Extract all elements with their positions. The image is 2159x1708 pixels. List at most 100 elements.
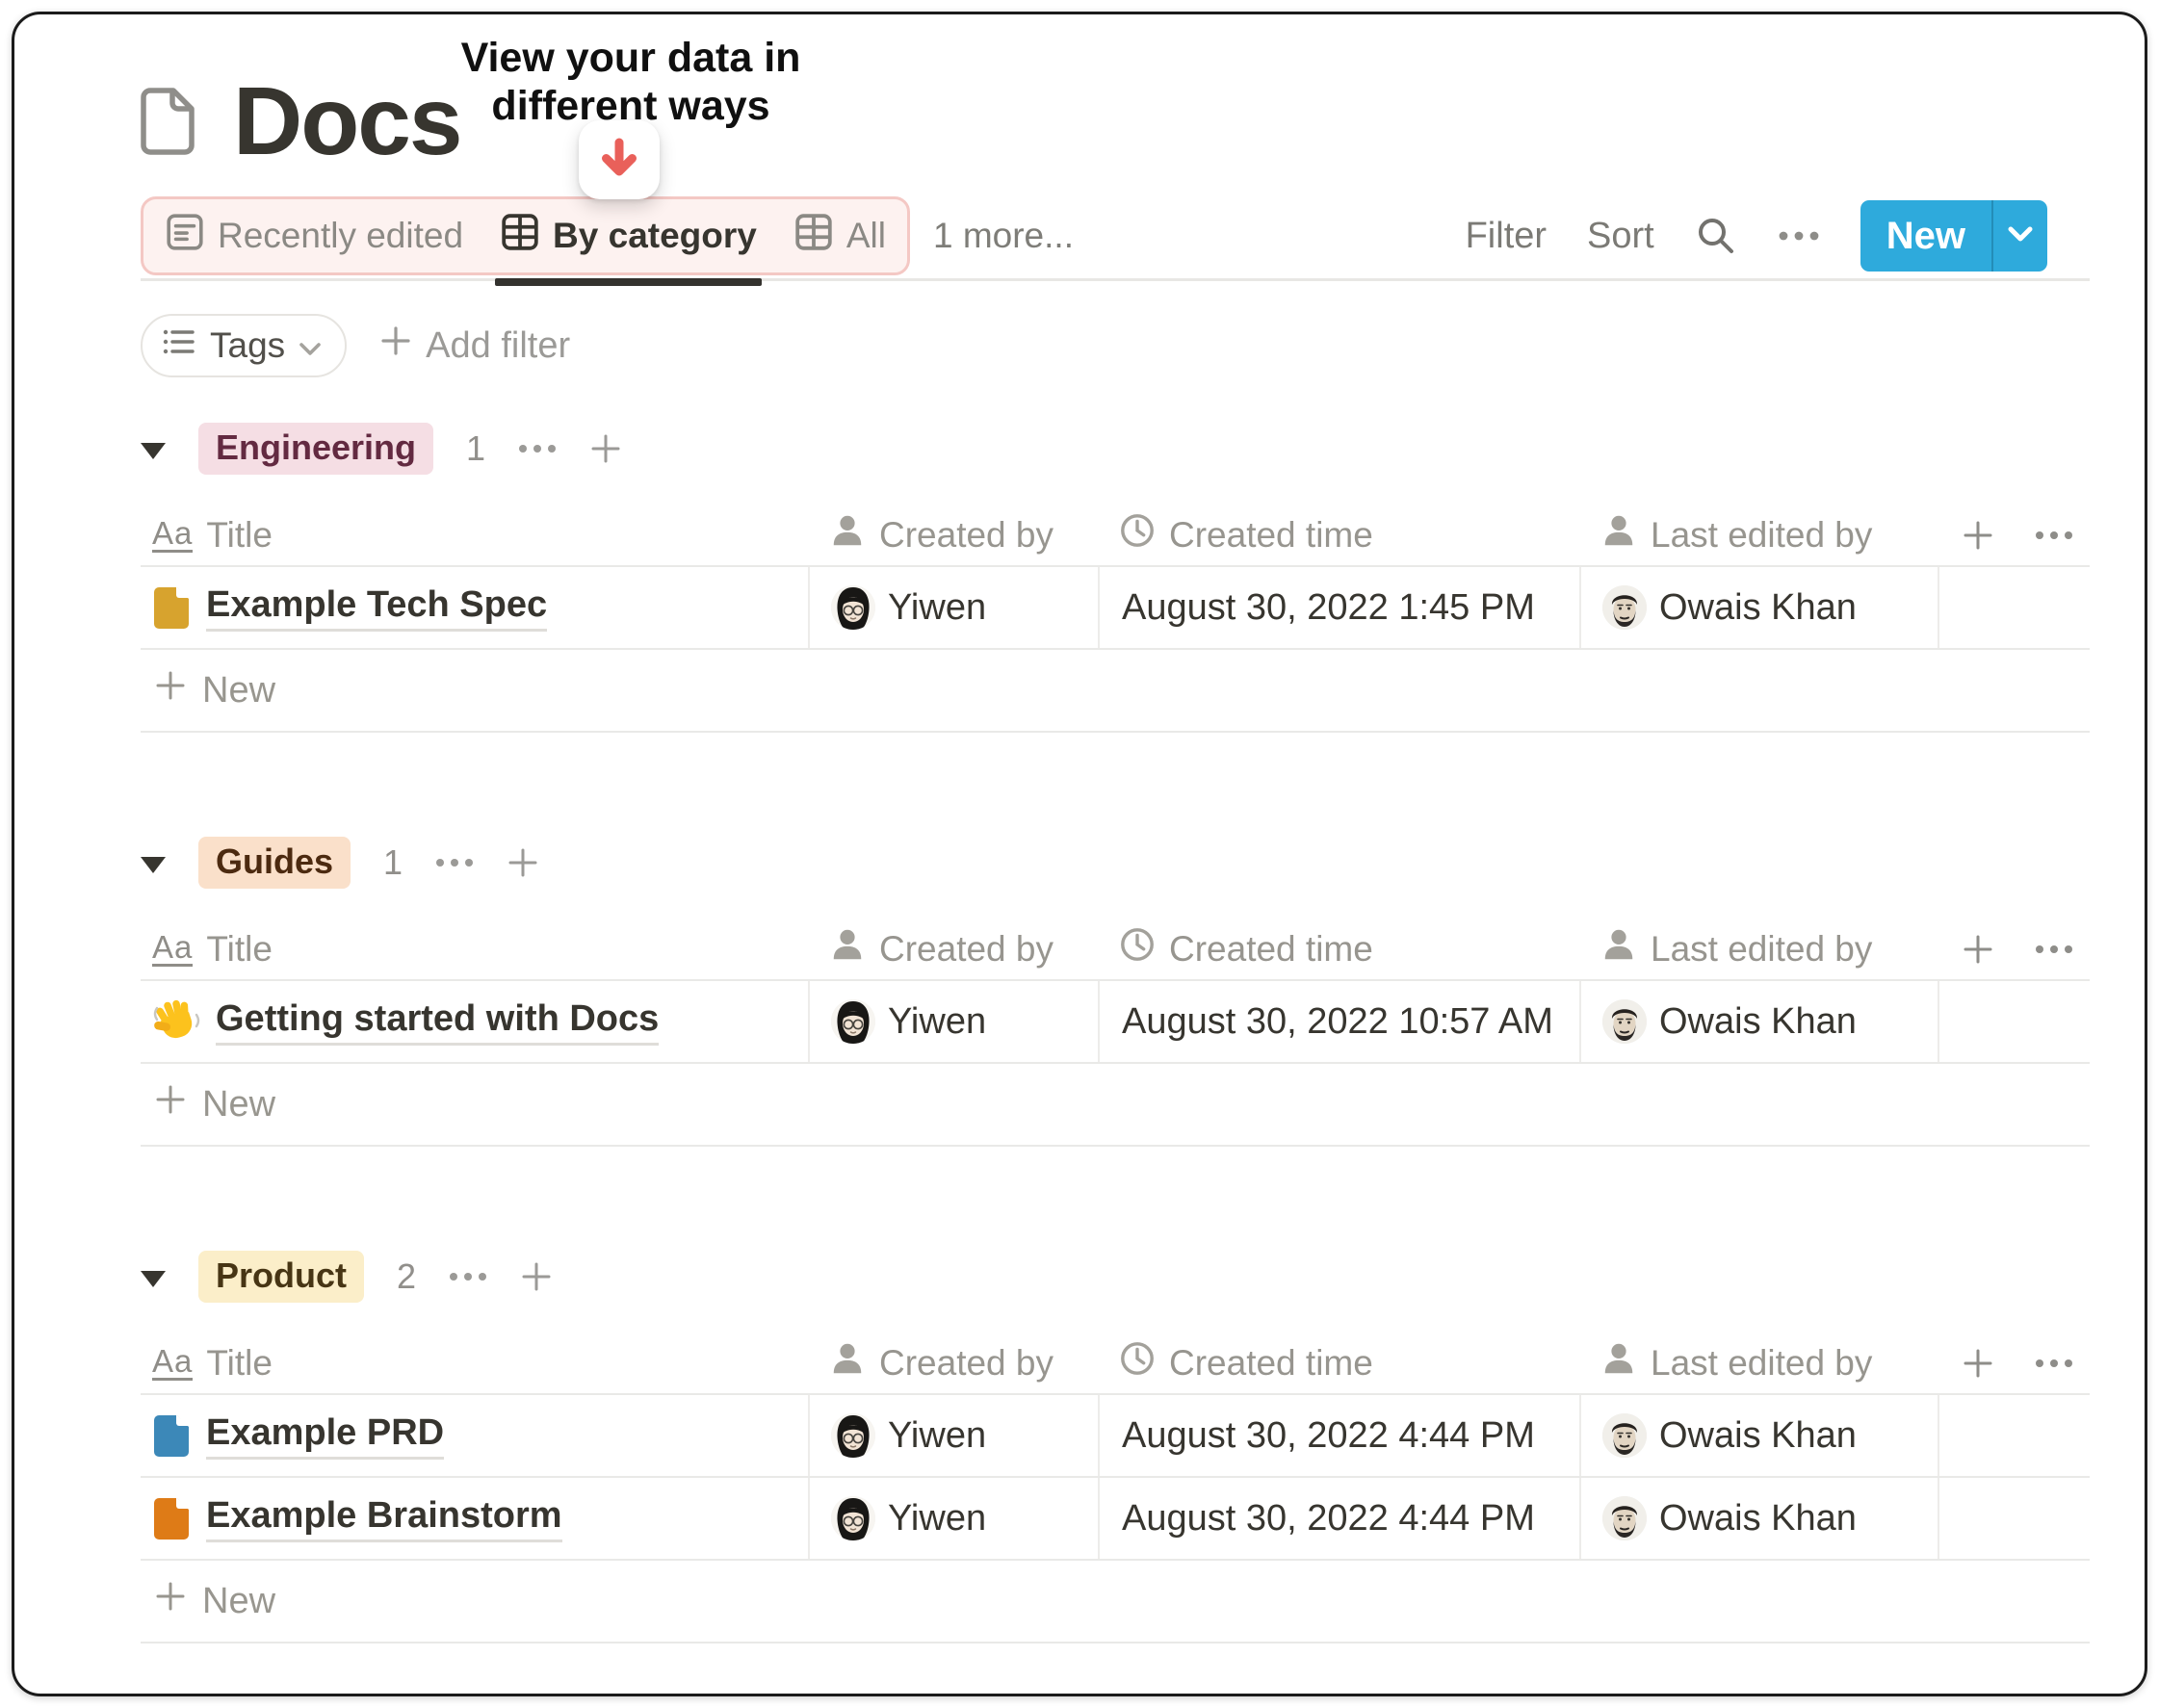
created-by-cell[interactable]: Yiwen <box>808 981 1098 1062</box>
view-toolbar: Recently edited By category <box>141 196 2090 275</box>
new-row-button[interactable]: New <box>141 650 2090 733</box>
last-edited-by-cell[interactable]: Owais Khan <box>1579 1478 1938 1559</box>
group-count: 1 <box>383 842 403 883</box>
created-by-cell[interactable]: Yiwen <box>808 1395 1098 1476</box>
new-row-button[interactable]: New <box>141 1561 2090 1643</box>
plus-icon <box>154 669 187 712</box>
created-by-name: Yiwen <box>888 587 986 629</box>
last-edited-by-cell[interactable]: Owais Khan <box>1579 567 1938 648</box>
table-header-row: Aa Title Created by Created time Last ed… <box>141 505 2090 567</box>
tab-all[interactable]: All <box>793 212 886 261</box>
filter-button[interactable]: Filter <box>1466 216 1547 257</box>
clock-icon <box>1119 512 1156 557</box>
title-cell: Example Brainstorm <box>141 1478 808 1559</box>
created-time-cell[interactable]: August 30, 2022 4:44 PM <box>1098 1478 1579 1559</box>
add-column-button[interactable] <box>1962 933 1994 966</box>
ellipsis-icon[interactable] <box>1778 230 1820 242</box>
created-by-cell[interactable]: Yiwen <box>808 1478 1098 1559</box>
page-link[interactable]: Example PRD <box>206 1412 444 1460</box>
group-add-button[interactable] <box>507 846 539 879</box>
title-aa-icon: Aa <box>152 931 193 968</box>
yellow-doc-icon <box>152 585 191 630</box>
chevron-down-icon <box>299 325 322 366</box>
owais-avatar <box>1602 999 1647 1044</box>
last-edited-by-cell[interactable]: Owais Khan <box>1579 981 1938 1062</box>
annotation-line: View your data in <box>419 34 843 82</box>
collapse-toggle-icon[interactable] <box>141 443 166 459</box>
created-by-cell[interactable]: Yiwen <box>808 567 1098 648</box>
title-aa-icon: Aa <box>152 1345 193 1382</box>
page-link[interactable]: Example Tech Spec <box>206 584 547 632</box>
created-by-name: Yiwen <box>888 1498 986 1540</box>
column-header-title[interactable]: Aa Title <box>141 1333 808 1393</box>
more-views-button[interactable]: 1 more... <box>933 216 1074 256</box>
group-add-button[interactable] <box>589 432 622 465</box>
tab-by-category[interactable]: By category <box>500 212 757 261</box>
collapse-toggle-icon[interactable] <box>141 1271 166 1287</box>
group-header: Product 2 <box>141 1255 2090 1299</box>
page-link[interactable]: Getting started with Docs <box>216 998 659 1046</box>
annotation-callout: View your data in different ways <box>419 34 843 130</box>
table-header-actions <box>1938 505 2090 565</box>
magnifier-icon[interactable] <box>1695 215 1737 257</box>
column-header-title[interactable]: Aa Title <box>141 919 808 979</box>
created-time-cell[interactable]: August 30, 2022 10:57 AM <box>1098 981 1579 1062</box>
group-more-button[interactable] <box>518 444 557 453</box>
tags-filter-chip[interactable]: Tags <box>141 314 347 377</box>
table-more-button[interactable] <box>2035 1359 2073 1368</box>
blue-doc-icon <box>152 1413 191 1458</box>
column-header-created-by[interactable]: Created by <box>808 1333 1098 1393</box>
group-more-button[interactable] <box>449 1272 487 1281</box>
tabs-underline <box>141 278 2090 287</box>
group-more-button[interactable] <box>435 858 474 867</box>
created-by-name: Yiwen <box>888 1001 986 1043</box>
docs-table: Aa Title Created by Created time Last ed… <box>141 1333 2090 1643</box>
last-edited-by-cell[interactable]: Owais Khan <box>1579 1395 1938 1476</box>
docs-table: Aa Title Created by Created time Last ed… <box>141 505 2090 733</box>
table-more-button[interactable] <box>2035 945 2073 954</box>
new-row-button[interactable]: New <box>141 1064 2090 1147</box>
column-header-created-time[interactable]: Created time <box>1098 919 1579 979</box>
empty-cell <box>1938 1478 2090 1559</box>
column-header-last-edited-by[interactable]: Last edited by <box>1579 1333 1938 1393</box>
yiwen-avatar <box>831 585 875 630</box>
column-header-last-edited-by[interactable]: Last edited by <box>1579 919 1938 979</box>
tab-recently-edited[interactable]: Recently edited <box>165 212 463 261</box>
add-filter-button[interactable]: Add filter <box>379 324 570 367</box>
wave-hand-icon <box>152 997 200 1046</box>
person-icon <box>829 926 866 971</box>
group-count: 2 <box>397 1256 416 1297</box>
sort-button[interactable]: Sort <box>1587 216 1654 257</box>
column-header-created-time[interactable]: Created time <box>1098 1333 1579 1393</box>
group-add-button[interactable] <box>520 1260 553 1293</box>
group-badge[interactable]: Engineering <box>198 423 433 475</box>
owais-avatar <box>1602 1496 1647 1540</box>
column-header-created-time[interactable]: Created time <box>1098 505 1579 565</box>
group-badge[interactable]: Product <box>198 1251 364 1303</box>
chevron-down-icon <box>2007 225 2034 247</box>
plus-icon <box>154 1083 187 1126</box>
add-column-button[interactable] <box>1962 519 1994 552</box>
bulleted-list-icon <box>162 325 196 366</box>
add-column-button[interactable] <box>1962 1347 1994 1380</box>
group-product: Product 2 Aa Title Created by <box>141 1255 2090 1643</box>
column-header-title[interactable]: Aa Title <box>141 505 808 565</box>
column-header-created-by[interactable]: Created by <box>808 919 1098 979</box>
group-badge[interactable]: Guides <box>198 837 351 889</box>
table-header-actions <box>1938 1333 2090 1393</box>
table-grid-icon <box>500 212 540 261</box>
collapse-toggle-icon[interactable] <box>141 857 166 873</box>
page-link[interactable]: Example Brainstorm <box>206 1495 562 1542</box>
column-header-created-by[interactable]: Created by <box>808 505 1098 565</box>
new-dropdown-button[interactable] <box>1991 200 2047 272</box>
created-time-cell[interactable]: August 30, 2022 1:45 PM <box>1098 567 1579 648</box>
table-more-button[interactable] <box>2035 531 2073 540</box>
column-header-last-edited-by[interactable]: Last edited by <box>1579 505 1938 565</box>
created-time-cell[interactable]: August 30, 2022 4:44 PM <box>1098 1395 1579 1476</box>
table-row: Example Brainstorm Yiwen August 30, 2022… <box>141 1478 2090 1561</box>
created-by-name: Yiwen <box>888 1415 986 1457</box>
new-button[interactable]: New <box>1860 200 1991 272</box>
new-button-group: New <box>1860 200 2047 272</box>
table-grid-icon <box>793 212 834 261</box>
last-edited-by-name: Owais Khan <box>1659 1498 1857 1540</box>
